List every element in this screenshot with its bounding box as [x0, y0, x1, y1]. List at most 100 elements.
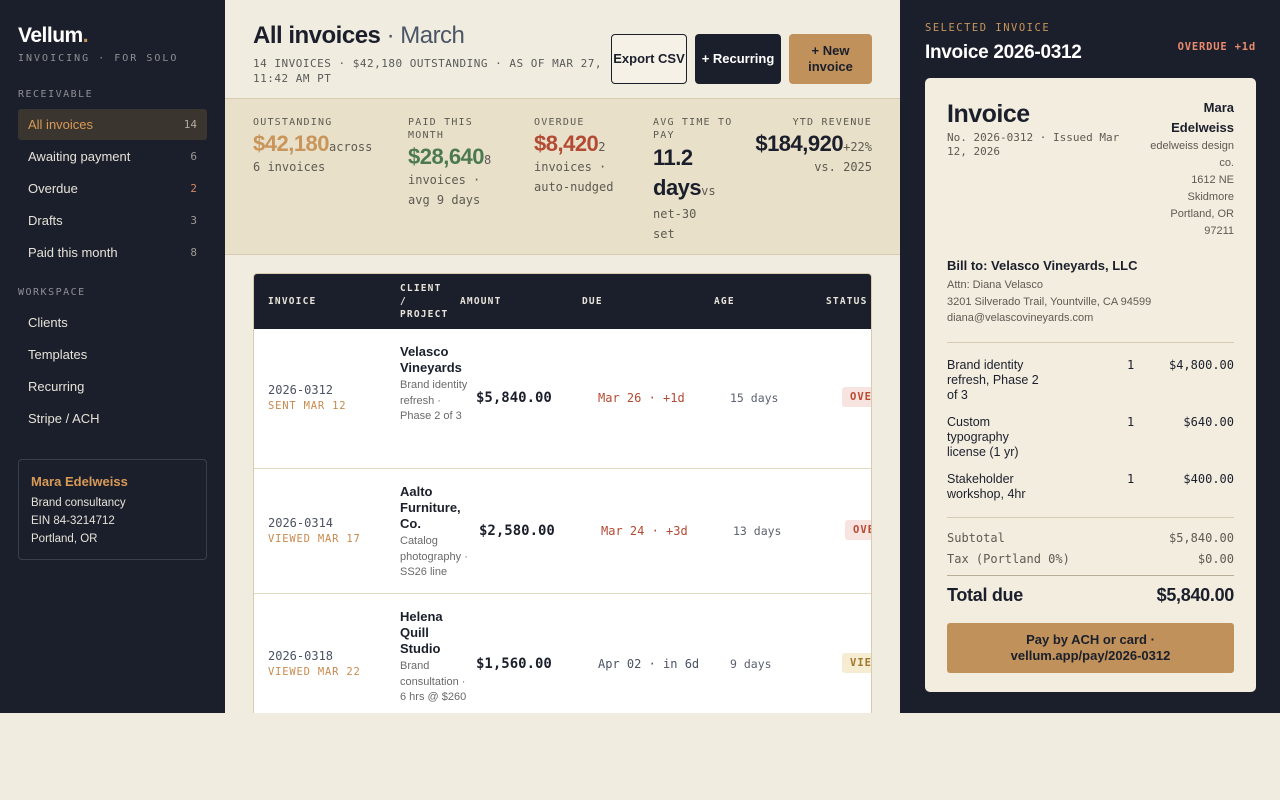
- client-cell: Aalto Furniture, Co. Catalog photography…: [400, 484, 470, 581]
- status-cell: OVERDUE: [845, 520, 871, 540]
- bill-to: Bill to: Velasco Vineyards, LLC: [947, 258, 1138, 273]
- bill-to-address: 3201 Silverado Trail, Yountville, CA 945…: [947, 296, 1152, 308]
- stat-value: $184,920: [755, 131, 844, 156]
- due-date: Mar 26 · +1d: [598, 391, 685, 405]
- sidebar-item-all-invoices[interactable]: All invoices 14: [18, 109, 207, 140]
- sidebar-item-count: 6: [190, 150, 197, 163]
- pay-link-button[interactable]: Pay by ACH or card · vellum.app/pay/2026…: [947, 623, 1234, 673]
- client-name: Velasco Vineyards: [400, 344, 462, 375]
- sidebar-item-label: Recurring: [28, 379, 85, 394]
- sidebar-item-paid-this-month[interactable]: Paid this month 8: [18, 237, 207, 268]
- status-cell: OVERDUE: [842, 387, 871, 407]
- stat-suffix: 2: [598, 140, 606, 154]
- bill-to-email[interactable]: diana@velascovineyards.com: [947, 312, 1093, 324]
- invoice-sent-status: VIEWED MAR 17: [268, 533, 361, 545]
- sidebar: Vellum. INVOICING · FOR SOLO RECEIVABLE …: [0, 0, 225, 713]
- stat-ytd-revenue: YTD REVENUE $184,920+22% vs. 2025: [742, 116, 872, 177]
- status-cell: VIEWED: [842, 653, 871, 673]
- sidebar-item-label: Stripe / ACH: [28, 411, 100, 426]
- stat-note: invoices · auto-nudged: [534, 160, 614, 194]
- invoice-sent-status: VIEWED MAR 22: [268, 666, 361, 678]
- export-csv-button[interactable]: Export CSV: [611, 34, 687, 84]
- page-subtitle: 14 INVOICES · $42,180 OUTSTANDING · AS O…: [253, 57, 603, 85]
- new-recurring-button[interactable]: + Recurring: [695, 34, 781, 84]
- profile-name: Mara Edelweiss: [31, 474, 128, 489]
- table-row[interactable]: 2026-0312 SENT MAR 12 Velasco Vineyards …: [254, 329, 871, 469]
- tax-row: Tax (Portland 0%) $0.00: [947, 552, 1234, 566]
- tax-value: $0.00: [1197, 552, 1234, 566]
- sidebar-item-count: 2: [190, 182, 197, 195]
- profile-card[interactable]: Mara Edelweiss Brand consultancy EIN 84-…: [18, 459, 207, 560]
- stat-note: net-30 set: [653, 207, 697, 241]
- sidebar-item-overdue[interactable]: Overdue 2: [18, 173, 207, 204]
- sidebar-item-drafts[interactable]: Drafts 3: [18, 205, 207, 236]
- client-name: Aalto Furniture, Co.: [400, 484, 461, 531]
- line-item-description: Stakeholder workshop, 4hr: [947, 472, 1026, 501]
- page-title: All invoices · March: [253, 22, 465, 49]
- stat-avg-time-to-pay: AVG TIME TO PAY 11.2 daysvs net-30 set: [653, 116, 733, 244]
- stat-value: $8,420: [534, 131, 599, 156]
- line-item-qty: 1: [1127, 415, 1135, 429]
- client-name: Helena Quill Studio: [400, 609, 443, 656]
- sidebar-item-stripe-ach[interactable]: Stripe / ACH: [18, 403, 207, 434]
- due-date: Mar 24 · +3d: [601, 524, 688, 538]
- stat-label: YTD REVENUE: [792, 117, 872, 128]
- stat-suffix: vs: [701, 184, 716, 198]
- stat-suffix: +22%: [843, 140, 872, 154]
- subtotal-row: Subtotal $5,840.00: [947, 531, 1234, 545]
- invoice-cell: 2026-0312 SENT MAR 12: [268, 383, 346, 412]
- section-workspace: WORKSPACE: [18, 287, 86, 298]
- sender-line: edelweiss design co.: [1150, 140, 1234, 169]
- stats-bar: OUTSTANDING $42,180across 6 invoices PAI…: [225, 98, 900, 255]
- table-row[interactable]: 2026-0314 VIEWED MAR 17 Aalto Furniture,…: [254, 469, 871, 594]
- invoice-heading: Invoice: [947, 100, 1030, 128]
- line-item-amount: $400.00: [1183, 472, 1234, 486]
- stat-label: PAID THIS MONTH: [408, 117, 473, 141]
- tax-label: Tax (Portland 0%): [947, 552, 1070, 566]
- profile-line: EIN 84-3214712: [31, 515, 115, 527]
- sidebar-item-label: Awaiting payment: [28, 149, 131, 164]
- sidebar-item-recurring[interactable]: Recurring: [18, 371, 207, 402]
- column-header-due[interactable]: DUE: [582, 295, 603, 308]
- sidebar-item-label: All invoices: [28, 117, 94, 132]
- line-item-qty: 1: [1127, 472, 1135, 486]
- total-due-label: Total due: [947, 585, 1023, 605]
- column-header-invoice[interactable]: INVOICE: [268, 295, 316, 308]
- status-badge: VIEWED: [842, 653, 871, 673]
- invoice-age: 15 days: [730, 391, 779, 405]
- sidebar-item-clients[interactable]: Clients: [18, 307, 207, 338]
- line-item: Stakeholder workshop, 4hr 1 $400.00: [947, 472, 1234, 502]
- sidebar-item-label: Overdue: [28, 181, 78, 196]
- divider: [947, 342, 1234, 343]
- profile-line: Brand consultancy: [31, 497, 126, 509]
- sender-block: Mara Edelweiss edelweiss design co. 1612…: [1144, 98, 1234, 240]
- column-header-status[interactable]: STATUS: [826, 295, 868, 308]
- invoice-number-line: No. 2026-0312 · Issued Mar 12, 2026: [947, 131, 1120, 158]
- line-item: Custom typography license (1 yr) 1 $640.…: [947, 415, 1234, 460]
- stat-value: $42,180: [253, 131, 330, 156]
- invoice-amount: $2,580.00: [479, 523, 555, 539]
- status-badge: OVERDUE: [845, 520, 871, 540]
- brand-logo[interactable]: Vellum.: [18, 24, 89, 48]
- sidebar-item-label: Drafts: [28, 213, 63, 228]
- sidebar-item-count: 14: [183, 118, 197, 131]
- sidebar-item-templates[interactable]: Templates: [18, 339, 207, 370]
- column-header-age[interactable]: AGE: [714, 295, 735, 308]
- column-header-client[interactable]: CLIENT / PROJECT: [400, 282, 450, 321]
- invoice-document: Invoice No. 2026-0312 · Issued Mar 12, 2…: [925, 78, 1256, 692]
- due-date: Apr 02 · in 6d: [598, 657, 700, 671]
- table-row[interactable]: 2026-0318 VIEWED MAR 22 Helena Quill Stu…: [254, 594, 871, 713]
- divider: [947, 517, 1234, 518]
- invoice-number: 2026-0318: [268, 649, 334, 663]
- panel-label: SELECTED INVOICE: [925, 22, 1051, 34]
- line-item-qty: 1: [1127, 358, 1135, 372]
- column-header-amount[interactable]: AMOUNT: [460, 295, 502, 308]
- total-due-value: $5,840.00: [1156, 585, 1235, 605]
- divider: [947, 575, 1234, 576]
- sidebar-item-awaiting-payment[interactable]: Awaiting payment 6: [18, 141, 207, 172]
- bill-to-attn: Attn: Diana Velasco: [947, 279, 1044, 291]
- new-invoice-button[interactable]: + New invoice: [789, 34, 872, 84]
- invoice-sent-status: SENT MAR 12: [268, 400, 347, 412]
- status-badge: OVERDUE: [842, 387, 871, 407]
- invoice-detail-panel: SELECTED INVOICE Invoice 2026-0312 OVERD…: [900, 0, 1280, 713]
